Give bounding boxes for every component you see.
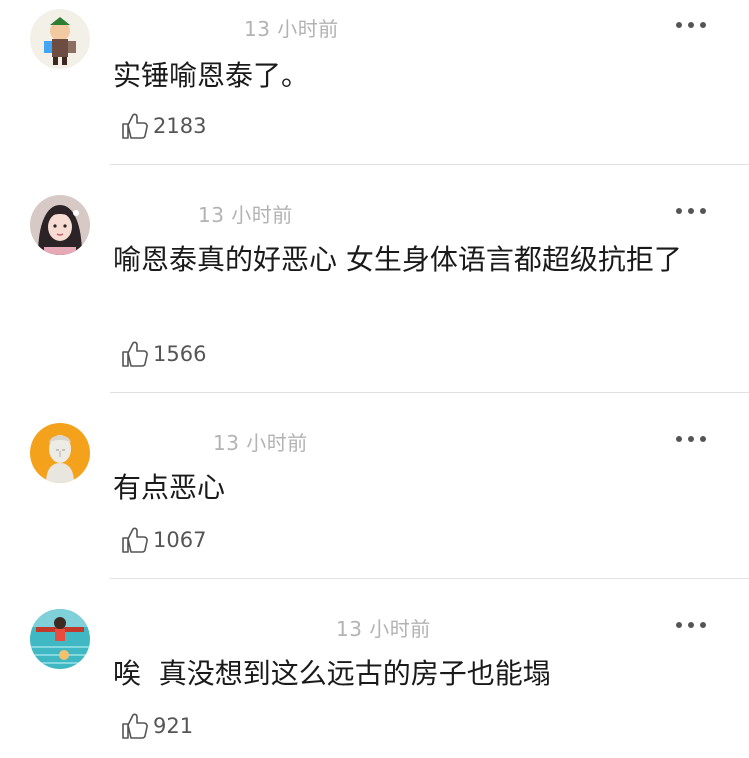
like-button[interactable]: 1067 [120, 524, 206, 556]
thumbs-up-icon [122, 341, 148, 367]
like-count: 1067 [153, 528, 207, 552]
like-count: 921 [153, 714, 194, 738]
comment-timestamp: 13 小时前 [198, 203, 293, 227]
statue-bust-avatar-icon [30, 423, 90, 483]
more-options-icon[interactable] [676, 20, 706, 30]
pool-scene-avatar-icon [30, 609, 90, 669]
comment-timestamp: 13 小时前 [244, 17, 339, 41]
comment-text: 实锤喻恩泰了。 [113, 59, 310, 92]
comment-text: 唉 真没想到这么远古的房子也能塌 [113, 657, 551, 690]
avatar[interactable] [30, 195, 90, 255]
like-button[interactable]: 2183 [120, 110, 206, 142]
divider [110, 578, 749, 579]
cartoon-character-avatar-icon [30, 9, 90, 69]
more-options-icon[interactable] [676, 620, 706, 630]
like-button[interactable]: 921 [120, 710, 193, 742]
more-options-icon[interactable] [676, 434, 706, 444]
divider [110, 164, 749, 165]
avatar[interactable] [30, 423, 90, 483]
divider [110, 392, 749, 393]
comment-timestamp: 13 小时前 [336, 617, 431, 641]
like-button[interactable]: 1566 [120, 338, 206, 370]
thumbs-up-icon [122, 113, 148, 139]
avatar[interactable] [30, 9, 90, 69]
like-count: 1566 [153, 342, 207, 366]
thumbs-up-icon [122, 713, 148, 739]
comment-text: 有点恶心 [113, 471, 226, 504]
avatar[interactable] [30, 609, 90, 669]
girl-photo-avatar-icon [30, 195, 90, 255]
like-count: 2183 [153, 114, 207, 138]
comment-timestamp: 13 小时前 [213, 431, 308, 455]
more-options-icon[interactable] [676, 206, 706, 216]
thumbs-up-icon [122, 527, 148, 553]
comment-text: 喻恩泰真的好恶心 女生身体语言都超级抗拒了 [113, 243, 682, 276]
